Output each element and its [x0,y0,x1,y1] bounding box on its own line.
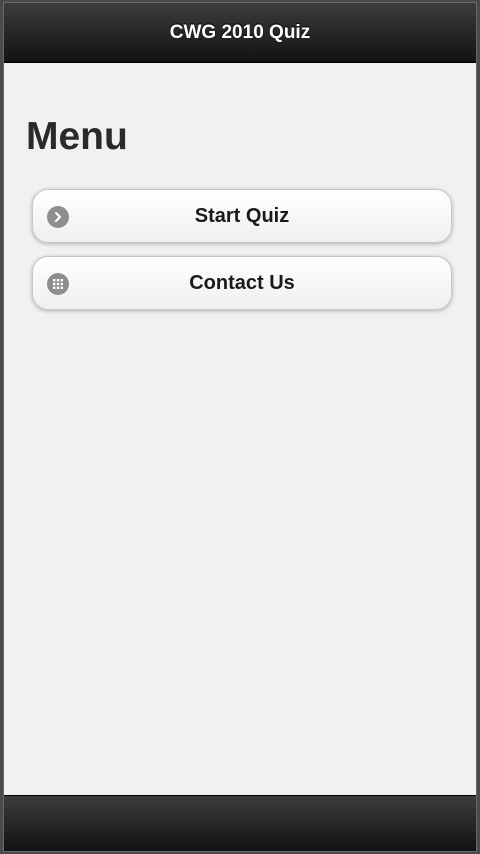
page-title: Menu [26,115,128,158]
app-window: CWG 2010 Quiz Menu Start Quiz Contact Us [3,2,477,852]
header-title: CWG 2010 Quiz [169,21,311,43]
contact-us-label: Contact Us [189,271,295,294]
contact-us-button[interactable]: Contact Us [32,256,452,310]
start-quiz-label: Start Quiz [194,204,290,227]
header-bar: CWG 2010 Quiz [4,3,476,63]
main-content: Menu Start Quiz Contact Us [4,63,476,795]
footer-bar [4,795,476,851]
start-quiz-button[interactable]: Start Quiz [32,189,452,243]
